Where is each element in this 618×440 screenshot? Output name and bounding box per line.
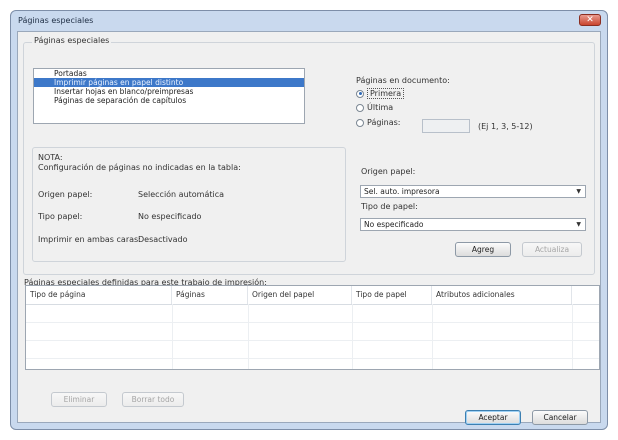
cancel-button[interactable]: Cancelar: [532, 410, 588, 425]
special-pages-list-item[interactable]: Páginas de separación de capítulos: [34, 96, 304, 105]
paper-source-select[interactable]: Sel. auto. impresora ▼: [360, 185, 586, 198]
ok-button[interactable]: Aceptar: [465, 410, 521, 425]
table-header: Tipo de página Páginas Origen del papel …: [26, 286, 599, 305]
pages-range-example: (Ej 1, 3, 5-12): [478, 122, 533, 131]
radio-first-indicator: [356, 89, 364, 98]
radio-last-indicator: [356, 103, 364, 112]
note-duplex-label: Imprimir en ambas caras:: [38, 235, 141, 244]
column-divider: [172, 304, 173, 369]
paper-type-select[interactable]: No especificado ▼: [360, 218, 586, 231]
chevron-down-icon: ▼: [576, 188, 581, 195]
update-button-label: Actualiza: [534, 245, 570, 254]
column-divider: [352, 304, 353, 369]
close-button[interactable]: ✕: [579, 14, 601, 26]
special-pages-group-label: Páginas especiales: [32, 36, 112, 45]
paper-type-label: Tipo de papel:: [361, 202, 418, 211]
column-header-attributes[interactable]: Atributos adicionales: [432, 286, 572, 304]
row-divider: [26, 340, 599, 341]
delete-all-button-label: Borrar todo: [131, 395, 175, 404]
delete-button-label: Eliminar: [63, 395, 95, 404]
delete-button[interactable]: Eliminar: [51, 392, 107, 407]
pages-range-input[interactable]: [422, 119, 470, 133]
add-button[interactable]: Agreg: [455, 242, 511, 257]
add-button-label: Agreg: [471, 245, 495, 254]
paper-source-label: Origen papel:: [361, 167, 416, 176]
cancel-button-label: Cancelar: [543, 413, 577, 422]
title-bar: Páginas especiales ✕: [11, 11, 607, 31]
note-paper-source-value: Selección automática: [138, 190, 225, 199]
column-header-pages[interactable]: Páginas: [172, 286, 248, 304]
close-icon: ✕: [586, 15, 594, 25]
column-header-page-type[interactable]: Tipo de página: [26, 286, 172, 304]
radio-last-label: Última: [367, 103, 394, 112]
radio-first-label: Primera: [367, 88, 405, 99]
row-divider: [26, 358, 599, 359]
paper-type-value: No especificado: [364, 220, 424, 229]
radio-pages-label: Páginas:: [367, 118, 401, 127]
window-title: Páginas especiales: [18, 16, 94, 25]
special-pages-list[interactable]: Portadas Imprimir páginas en papel distin…: [33, 68, 305, 124]
paper-source-value: Sel. auto. impresora: [364, 187, 440, 196]
pages-in-document-label: Páginas en documento:: [356, 76, 450, 85]
note-paper-type-value: No especificado: [138, 212, 202, 221]
update-button[interactable]: Actualiza: [522, 242, 582, 257]
note-duplex-value: Desactivado: [138, 235, 188, 244]
special-pages-list-item[interactable]: Insertar hojas en blanco/preimpresas: [34, 87, 304, 96]
delete-all-button[interactable]: Borrar todo: [122, 392, 184, 407]
note-paper-source-label: Origen papel:: [38, 190, 93, 199]
radio-pages[interactable]: Páginas:: [356, 118, 401, 127]
special-pages-list-item[interactable]: Imprimir páginas en papel distinto: [34, 78, 304, 87]
note-description: Configuración de páginas no indicadas en…: [38, 163, 241, 172]
note-paper-type-label: Tipo papel:: [38, 212, 83, 221]
dialog-window: Páginas especiales ✕ Páginas especiales …: [0, 0, 618, 440]
ok-button-label: Aceptar: [478, 413, 508, 422]
note-title: NOTA:: [38, 153, 63, 162]
radio-first-page[interactable]: Primera: [356, 88, 405, 99]
column-divider: [432, 304, 433, 369]
column-divider: [248, 304, 249, 369]
special-pages-table[interactable]: Tipo de página Páginas Origen del papel …: [25, 285, 600, 370]
column-header-paper-type[interactable]: Tipo de papel: [352, 286, 432, 304]
chevron-down-icon: ▼: [576, 221, 581, 228]
column-divider: [572, 304, 573, 369]
radio-last-page[interactable]: Última: [356, 103, 393, 112]
special-pages-items: Portadas Imprimir páginas en papel distin…: [34, 69, 304, 105]
special-pages-list-item[interactable]: Portadas: [34, 69, 304, 78]
radio-pages-indicator: [356, 118, 364, 127]
column-header-paper-source[interactable]: Origen del papel: [248, 286, 352, 304]
row-divider: [26, 322, 599, 323]
